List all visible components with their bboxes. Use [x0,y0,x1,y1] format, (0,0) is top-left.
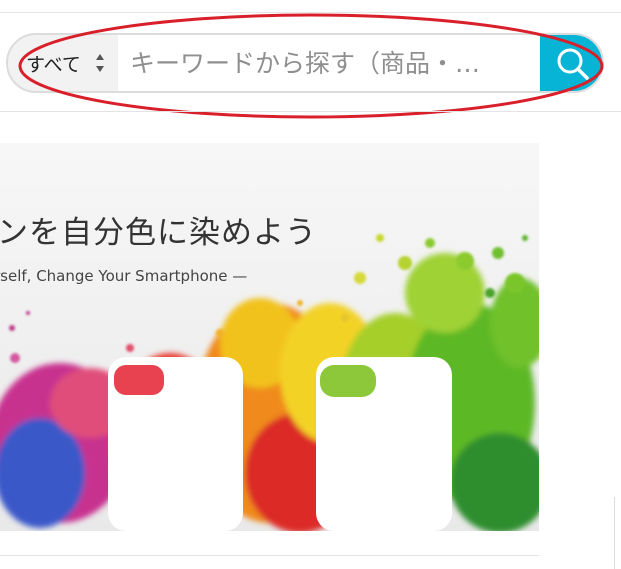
search-icon [557,48,589,80]
phone-case-left [108,357,243,531]
paint-splash-illustration [0,234,539,531]
top-divider [0,12,621,13]
banner-title: ンを自分色に染めよう [0,215,317,251]
updown-arrows-icon [96,54,104,72]
search-input[interactable] [118,35,540,91]
phone-case-right [316,357,452,531]
banner-subtitle: rself, Change Your Smartphone — [0,267,248,285]
category-select-label: すべて [26,53,81,76]
category-select[interactable]: すべて [8,35,118,91]
content-divider [0,555,539,556]
header-divider [0,111,621,112]
promo-banner[interactable]: ンを自分色に染めよう rself, Change Your Smartphone… [0,143,539,531]
search-button[interactable] [540,35,602,91]
search-bar: すべて [6,33,604,93]
side-divider [614,497,615,569]
